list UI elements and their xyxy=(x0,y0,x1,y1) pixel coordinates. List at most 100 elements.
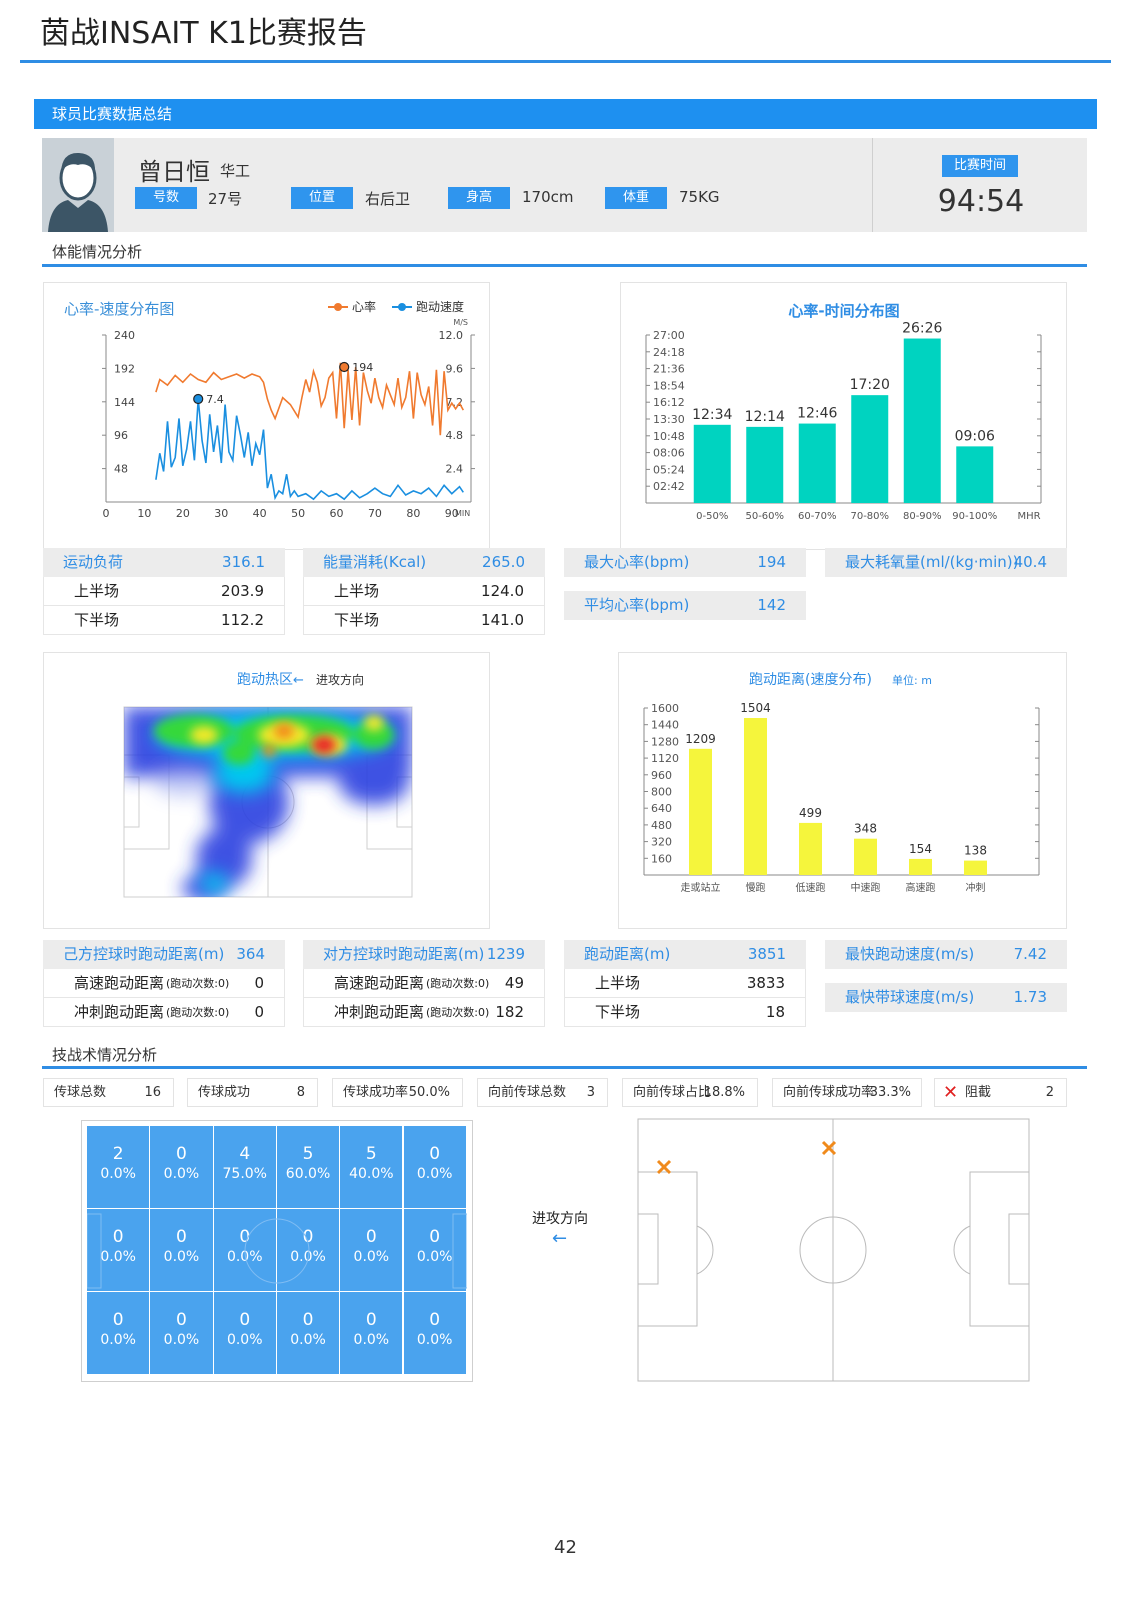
x-unit: MHR xyxy=(1017,511,1040,522)
interception-pitch xyxy=(637,1118,1030,1382)
hr-time-chart-panel: 心率-时间分布图 27:00 24:18 21:36 18:54 16:12 13:30 1… xyxy=(620,282,1067,550)
y-tick: 13:30 xyxy=(653,413,685,426)
field-label-number: 号数 xyxy=(135,187,197,209)
x-tick: 60 xyxy=(330,507,344,520)
x-tick: 中速跑 xyxy=(851,881,881,894)
stat-block: 最快跑动速度(m/s) 7.42 xyxy=(825,940,1067,969)
bar-label: 17:20 xyxy=(850,377,890,393)
stat-value: 49 xyxy=(504,974,524,992)
stat-value: 18 xyxy=(765,1003,785,1021)
stat-value: 364 xyxy=(236,945,265,963)
y-tick: 05:24 xyxy=(653,463,685,476)
peak-label: 194 xyxy=(352,361,373,374)
legend-heart-marker xyxy=(334,303,342,311)
stat-label: 下半场 xyxy=(334,611,380,629)
match-time: 94:54 xyxy=(937,184,1025,219)
field-label-height: 身高 xyxy=(448,187,510,209)
stat-label: 能量消耗(Kcal) xyxy=(323,553,427,571)
y-left-tick: 192 xyxy=(114,362,135,375)
pass-zone-lines xyxy=(87,1213,467,1289)
y-tick: 320 xyxy=(651,836,672,849)
section-title-physical: 体能情况分析 xyxy=(52,243,143,261)
attack-direction-arrow: ← xyxy=(552,1228,568,1249)
stat-row: 下半场 18 xyxy=(564,998,806,1027)
x-tick: 70-80% xyxy=(850,511,889,522)
stat-head-row: 己方控球时跑动距离(m) 364 xyxy=(43,940,285,969)
pass-stat-box: 传球总数 16 xyxy=(43,1078,174,1107)
stat-label: 上半场 xyxy=(74,582,120,600)
y-tick: 160 xyxy=(651,852,672,865)
stat-head-row: 最大心率(bpm) 194 xyxy=(564,548,806,577)
bar-label: 26:26 xyxy=(902,321,942,337)
pass-stat-label: 阻截 xyxy=(965,1085,992,1100)
legend-heart-label: 心率 xyxy=(352,299,376,314)
bar-4 xyxy=(903,338,941,503)
pass-stat-box: ✕ 阻截 2 xyxy=(934,1078,1067,1107)
attack-direction-label: 进攻方向 xyxy=(532,1211,588,1227)
title-divider xyxy=(20,60,1111,63)
stat-value: 265.0 xyxy=(482,553,525,571)
bar-label: 12:46 xyxy=(797,406,837,422)
stat-value: 0 xyxy=(254,974,264,992)
stat-label: 最大心率(bpm) xyxy=(584,553,690,571)
stat-label: 跑动距离(m) xyxy=(584,945,671,963)
chart-unit: 单位: m xyxy=(892,673,932,687)
stat-row: 高速跑动距离 (跑动次数:0) 49 xyxy=(303,969,545,998)
x-tick: 90 xyxy=(445,507,459,520)
x-tick: 走或站立 xyxy=(681,881,721,894)
y-tick: 480 xyxy=(651,819,672,832)
field-value-height: 170cm xyxy=(522,188,574,206)
page-number: 42 xyxy=(554,1537,577,1558)
x-tick: 0-50% xyxy=(696,511,728,522)
stat-note: (跑动次数:0) xyxy=(166,1006,230,1019)
pass-stat-value: 3 xyxy=(586,1085,595,1100)
bar-1 xyxy=(744,718,767,875)
heatmap-chart: 跑动热区 ← 进攻方向 xyxy=(123,672,413,898)
stat-row: 冲刺跑动距离 (跑动次数:0) 0 xyxy=(43,998,285,1027)
peak-marker xyxy=(193,393,204,405)
pass-stat-label: 向前传球成功率 xyxy=(783,1085,875,1100)
field-value-position: 右后卫 xyxy=(365,190,411,208)
bar-label: 348 xyxy=(854,822,877,836)
field-value-weight: 75KG xyxy=(679,188,720,206)
distance-chart-panel: 跑动距离(速度分布) 单位: m 1600 1440 1280 1120 960 800 6… xyxy=(618,652,1067,929)
pass-stat-box: 向前传球成功率 33.3% xyxy=(772,1078,922,1107)
interception-cross-icon: ✕ xyxy=(943,1082,959,1103)
x-tick: 高速跑 xyxy=(906,881,936,894)
x-tick: 慢跑 xyxy=(746,881,766,894)
player-team: 华工 xyxy=(220,162,251,180)
x-tick: 30 xyxy=(214,507,228,520)
y-tick: 18:54 xyxy=(653,379,685,392)
x-tick: 10 xyxy=(137,507,151,520)
player-box-divider xyxy=(872,138,873,232)
y-tick: 21:36 xyxy=(653,363,685,376)
x-tick: 50 xyxy=(291,507,305,520)
stat-block: 最大耗氧量(ml/(kg·min)) 40.4 xyxy=(825,548,1067,577)
avatar xyxy=(42,138,114,232)
player-name: 曾日恒 xyxy=(138,158,210,186)
person-icon xyxy=(42,138,114,232)
y-tick: 800 xyxy=(651,786,672,799)
stat-label: 冲刺跑动距离 xyxy=(74,1003,165,1021)
physical-divider xyxy=(42,264,1087,267)
stat-head-row: 对方控球时跑动距离(m) 1239 xyxy=(303,940,545,969)
x-tick: 20 xyxy=(176,507,190,520)
y-right-tick: 4.8 xyxy=(446,429,464,442)
y-tick: 1280 xyxy=(651,735,679,748)
stat-label: 运动负荷 xyxy=(63,553,124,571)
field-label-position: 位置 xyxy=(291,187,353,209)
stat-value: 1239 xyxy=(486,945,525,963)
stat-row: 上半场 203.9 xyxy=(43,577,285,606)
stat-row: 下半场 141.0 xyxy=(303,606,545,635)
stat-note: (跑动次数:0) xyxy=(166,977,230,990)
bar-3 xyxy=(854,838,877,875)
heatmap-title: 跑动热区 xyxy=(237,672,293,688)
y-right-tick: 12.0 xyxy=(439,329,464,342)
stat-row: 冲刺跑动距离 (跑动次数:0) 182 xyxy=(303,998,545,1027)
pass-stat-box: 向前传球总数 3 xyxy=(477,1078,608,1107)
stat-label: 己方控球时跑动距离(m) xyxy=(63,945,225,963)
stat-value: 142 xyxy=(757,596,786,614)
y-tick: 960 xyxy=(651,769,672,782)
tactical-divider xyxy=(42,1066,1087,1069)
bar-label: 154 xyxy=(909,842,932,856)
